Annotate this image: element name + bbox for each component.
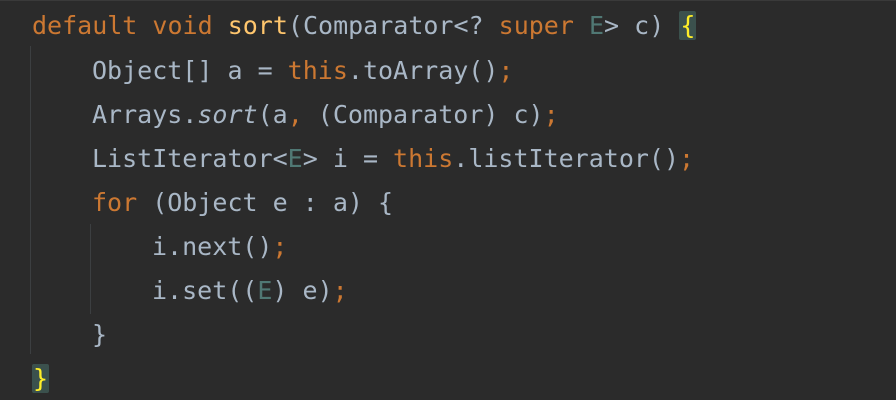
- statement-text: (Comparator) c): [302, 100, 544, 129]
- code-line-8[interactable]: }: [0, 313, 107, 357]
- type-parameter-e: E: [287, 144, 303, 173]
- type-parameter-e: E: [257, 276, 273, 305]
- semicolon: ;: [272, 232, 288, 261]
- semicolon: ;: [679, 144, 695, 173]
- semicolon: ;: [498, 56, 514, 85]
- keyword-default: default: [32, 11, 138, 40]
- signature-part: > c): [604, 11, 665, 40]
- semicolon: ;: [543, 100, 559, 129]
- class-reference: Arrays.: [92, 100, 198, 129]
- editor-top-border: [0, 0, 896, 1]
- keyword-this: this: [393, 144, 454, 173]
- semicolon: ;: [332, 276, 348, 305]
- code-line-7[interactable]: i.set((E) e);: [0, 269, 348, 313]
- code-line-2[interactable]: Object[] a = this.toArray();: [0, 49, 513, 93]
- code-line-9[interactable]: }: [0, 357, 50, 400]
- code-editor[interactable]: default void sort(Comparator<? super E> …: [0, 0, 896, 400]
- statement-text: > i =: [302, 144, 394, 173]
- statement-text: Object[] a =: [92, 56, 288, 85]
- keyword-super: super: [498, 11, 574, 40]
- statement-text: ) e): [272, 276, 333, 305]
- matched-open-brace: {: [679, 11, 697, 40]
- code-line-5[interactable]: for (Object e : a) {: [0, 181, 393, 225]
- code-line-1[interactable]: default void sort(Comparator<? super E> …: [0, 4, 896, 48]
- code-line-3[interactable]: Arrays.sort(a, (Comparator) c);: [0, 93, 559, 137]
- statement-text: (Object e : a) {: [137, 188, 394, 217]
- keyword-this: this: [287, 56, 348, 85]
- comma: ,: [287, 100, 303, 129]
- method-name-sort: sort: [227, 11, 288, 40]
- keyword-void: void: [152, 11, 213, 40]
- keyword-for: for: [92, 188, 138, 217]
- statement-text: i.next(): [152, 232, 273, 261]
- statement-text: .toArray(): [347, 56, 499, 85]
- closing-brace: }: [92, 320, 108, 349]
- statement-text: i.set((: [152, 276, 258, 305]
- signature-part: (Comparator<?: [287, 11, 484, 40]
- code-line-4[interactable]: ListIterator<E> i = this.listIterator();: [0, 137, 694, 181]
- matched-close-brace: }: [32, 364, 50, 393]
- statement-text: ListIterator<: [92, 144, 288, 173]
- statement-text: (a: [257, 100, 288, 129]
- static-method-call: sort: [197, 100, 258, 129]
- type-parameter-e: E: [588, 11, 605, 40]
- statement-text: .listIterator(): [453, 144, 680, 173]
- code-line-6[interactable]: i.next();: [0, 225, 287, 269]
